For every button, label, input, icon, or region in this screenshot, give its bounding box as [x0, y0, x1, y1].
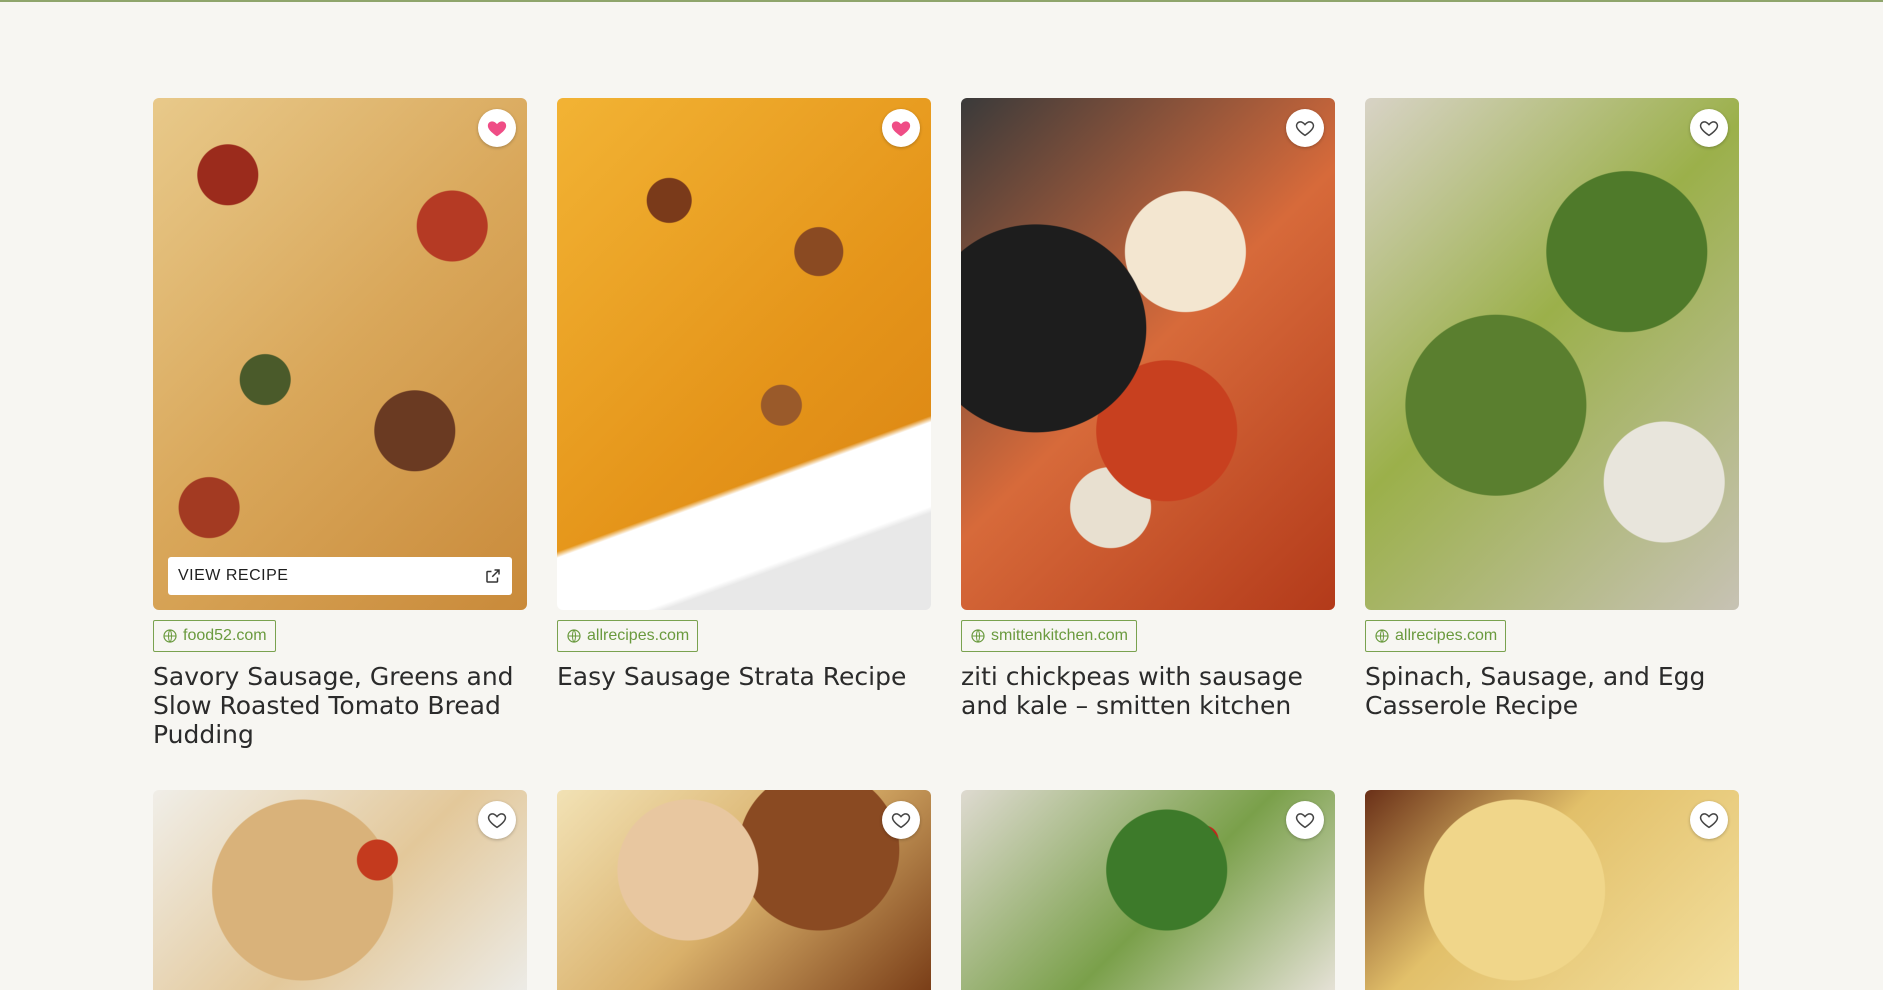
recipe-card: allrecipes.com Spinach, Sausage, and Egg…: [1365, 98, 1739, 790]
recipe-title[interactable]: ziti chickpeas with sausage and kale – s…: [961, 662, 1335, 720]
globe-icon: [1375, 629, 1389, 643]
source-link[interactable]: food52.com: [153, 620, 276, 652]
source-domain: food52.com: [183, 627, 267, 644]
recipe-card: [557, 790, 931, 990]
source-link[interactable]: allrecipes.com: [1365, 620, 1507, 652]
heart-outline-icon: [1295, 813, 1315, 829]
recipe-image[interactable]: [153, 790, 527, 990]
favorite-button[interactable]: [478, 801, 516, 839]
recipe-card: [1365, 790, 1739, 990]
favorite-button[interactable]: [1286, 801, 1324, 839]
heart-filled-icon: [891, 121, 911, 137]
recipe-image[interactable]: [961, 98, 1335, 610]
source-link[interactable]: allrecipes.com: [557, 620, 699, 652]
heart-outline-icon: [1295, 121, 1315, 137]
heart-outline-icon: [487, 813, 507, 829]
favorite-button[interactable]: [478, 109, 516, 147]
recipe-image[interactable]: VIEW RECIPE: [153, 98, 527, 610]
source-domain: allrecipes.com: [587, 627, 690, 644]
recipe-image[interactable]: [1365, 790, 1739, 990]
favorite-button[interactable]: [1690, 109, 1728, 147]
recipe-card: [153, 790, 527, 990]
recipe-image[interactable]: [961, 790, 1335, 990]
recipe-title[interactable]: Savory Sausage, Greens and Slow Roasted …: [153, 662, 527, 749]
top-divider: [0, 0, 1883, 2]
recipe-image[interactable]: [557, 790, 931, 990]
view-recipe-label: VIEW RECIPE: [178, 567, 289, 584]
recipe-card: [961, 790, 1335, 990]
recipe-image[interactable]: [557, 98, 931, 610]
heart-outline-icon: [1699, 121, 1719, 137]
recipe-image[interactable]: [1365, 98, 1739, 610]
globe-icon: [163, 629, 177, 643]
recipe-title[interactable]: Spinach, Sausage, and Egg Casserole Reci…: [1365, 662, 1739, 720]
favorite-button[interactable]: [1286, 109, 1324, 147]
globe-icon: [971, 629, 985, 643]
source-link[interactable]: smittenkitchen.com: [961, 620, 1137, 652]
heart-outline-icon: [1699, 813, 1719, 829]
recipe-card: VIEW RECIPE food52.com Savory Sausage, G…: [153, 98, 527, 790]
recipe-title[interactable]: Easy Sausage Strata Recipe: [557, 662, 931, 691]
heart-outline-icon: [891, 813, 911, 829]
source-domain: allrecipes.com: [1395, 627, 1498, 644]
favorite-button[interactable]: [882, 109, 920, 147]
recipe-grid: VIEW RECIPE food52.com Savory Sausage, G…: [153, 98, 1739, 990]
recipe-card: allrecipes.com Easy Sausage Strata Recip…: [557, 98, 931, 790]
source-domain: smittenkitchen.com: [991, 627, 1128, 644]
heart-filled-icon: [487, 121, 507, 137]
favorite-button[interactable]: [882, 801, 920, 839]
recipe-card: smittenkitchen.com ziti chickpeas with s…: [961, 98, 1335, 790]
favorite-button[interactable]: [1690, 801, 1728, 839]
view-recipe-button[interactable]: VIEW RECIPE: [168, 557, 512, 595]
globe-icon: [567, 629, 581, 643]
external-link-icon: [486, 569, 500, 583]
